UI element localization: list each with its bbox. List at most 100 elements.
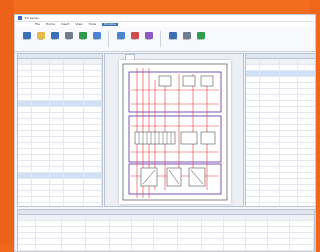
table-cell: [18, 167, 32, 172]
table-cell: [84, 161, 102, 166]
table-cell: [32, 185, 50, 190]
table-cell: [298, 173, 315, 178]
table-cell: [110, 227, 132, 232]
table-cell: [18, 95, 32, 100]
table-cell: [280, 89, 298, 94]
table-cell: [50, 77, 64, 82]
column-header[interactable]: [246, 59, 260, 64]
menu-item-file[interactable]: File: [35, 23, 40, 26]
table-cell: [298, 149, 315, 154]
table-cell: [178, 239, 202, 244]
wire-button[interactable]: Wire: [129, 32, 140, 46]
check-button[interactable]: Check: [77, 32, 88, 46]
table-cell: [280, 173, 298, 178]
schematic-sheet[interactable]: [119, 60, 231, 204]
column-header[interactable]: [224, 215, 246, 220]
table-cell: [18, 125, 32, 130]
title-bar: E3.series: [15, 15, 315, 22]
table-cell: [298, 143, 315, 148]
table-cell: [18, 197, 32, 202]
table-cell: [32, 155, 50, 160]
table-cell: [50, 107, 64, 112]
column-header[interactable]: [132, 215, 154, 220]
column-header[interactable]: [298, 59, 315, 64]
table-cell: [32, 179, 50, 184]
table-cell: [64, 155, 84, 160]
report-button[interactable]: Report: [181, 32, 192, 46]
column-header[interactable]: [50, 59, 64, 64]
table-cell: [280, 137, 298, 142]
table-cell: [202, 233, 224, 238]
column-header[interactable]: [260, 59, 280, 64]
column-header[interactable]: [110, 215, 132, 220]
device-button[interactable]: Device: [115, 32, 126, 46]
table-cell: [18, 107, 32, 112]
table-cell: [32, 167, 50, 172]
table-cell: [18, 179, 32, 184]
ribbon-button-label: Check: [79, 39, 86, 41]
column-header[interactable]: [84, 59, 102, 64]
table-cell: [260, 161, 280, 166]
menu-item-tools[interactable]: Tools: [89, 23, 96, 26]
table-cell: [62, 233, 86, 238]
bottom-data-grid[interactable]: [18, 215, 314, 251]
table-cell: [64, 77, 84, 82]
column-header[interactable]: [86, 215, 110, 220]
right-data-grid[interactable]: [246, 59, 315, 206]
ribbon-button-label: Cable: [145, 39, 152, 41]
brand-banner-left: [0, 0, 14, 244]
table-cell: [84, 191, 102, 196]
column-header[interactable]: [246, 215, 268, 220]
table-cell: [280, 155, 298, 160]
sheet-button[interactable]: Sheet: [91, 32, 102, 46]
table-cell: [18, 191, 32, 196]
column-header[interactable]: [178, 215, 202, 220]
column-header[interactable]: [62, 215, 86, 220]
table-cell: [268, 233, 290, 238]
table-row[interactable]: [246, 203, 315, 206]
table-cell: [246, 239, 268, 244]
table-cell: [178, 227, 202, 232]
column-header[interactable]: [202, 215, 224, 220]
ribbon-button-label: Sheet: [93, 39, 100, 41]
project-button[interactable]: Project: [21, 32, 32, 46]
column-header[interactable]: [154, 215, 178, 220]
table-cell: [246, 245, 268, 250]
menu-item-home[interactable]: Home: [46, 23, 55, 26]
table-cell: [260, 125, 280, 130]
table-cell: [268, 221, 290, 226]
column-header[interactable]: [32, 59, 50, 64]
menu-item-view[interactable]: View: [76, 23, 83, 26]
column-header[interactable]: [18, 215, 36, 220]
table-cell: [84, 119, 102, 124]
table-cell: [298, 65, 315, 70]
schematic-view[interactable]: [104, 53, 244, 207]
cable-button[interactable]: Cable: [143, 32, 154, 46]
column-header[interactable]: [290, 215, 314, 220]
save-button[interactable]: Save: [49, 32, 60, 46]
table-cell: [84, 125, 102, 130]
column-header[interactable]: [64, 59, 84, 64]
table-cell: [64, 95, 84, 100]
connect-button[interactable]: Connect: [167, 32, 178, 46]
menu-item-insert[interactable]: Insert: [61, 23, 70, 26]
table-cell: [110, 245, 132, 250]
table-cell: [154, 227, 178, 232]
table-cell: [18, 131, 32, 136]
open-button[interactable]: Open: [35, 32, 46, 46]
table-cell: [18, 143, 32, 148]
table-cell: [298, 113, 315, 118]
menu-item-window[interactable]: Window: [102, 23, 118, 26]
left-data-grid[interactable]: [18, 59, 102, 206]
column-header[interactable]: [280, 59, 298, 64]
table-cell: [18, 161, 32, 166]
table-cell: [50, 179, 64, 184]
column-header[interactable]: [36, 215, 62, 220]
table-cell: [64, 197, 84, 202]
print-button[interactable]: Print: [63, 32, 74, 46]
table-row[interactable]: [18, 203, 102, 206]
table-cell: [202, 245, 224, 250]
export-button[interactable]: Export: [195, 32, 206, 46]
column-header[interactable]: [268, 215, 290, 220]
column-header[interactable]: [18, 59, 32, 64]
